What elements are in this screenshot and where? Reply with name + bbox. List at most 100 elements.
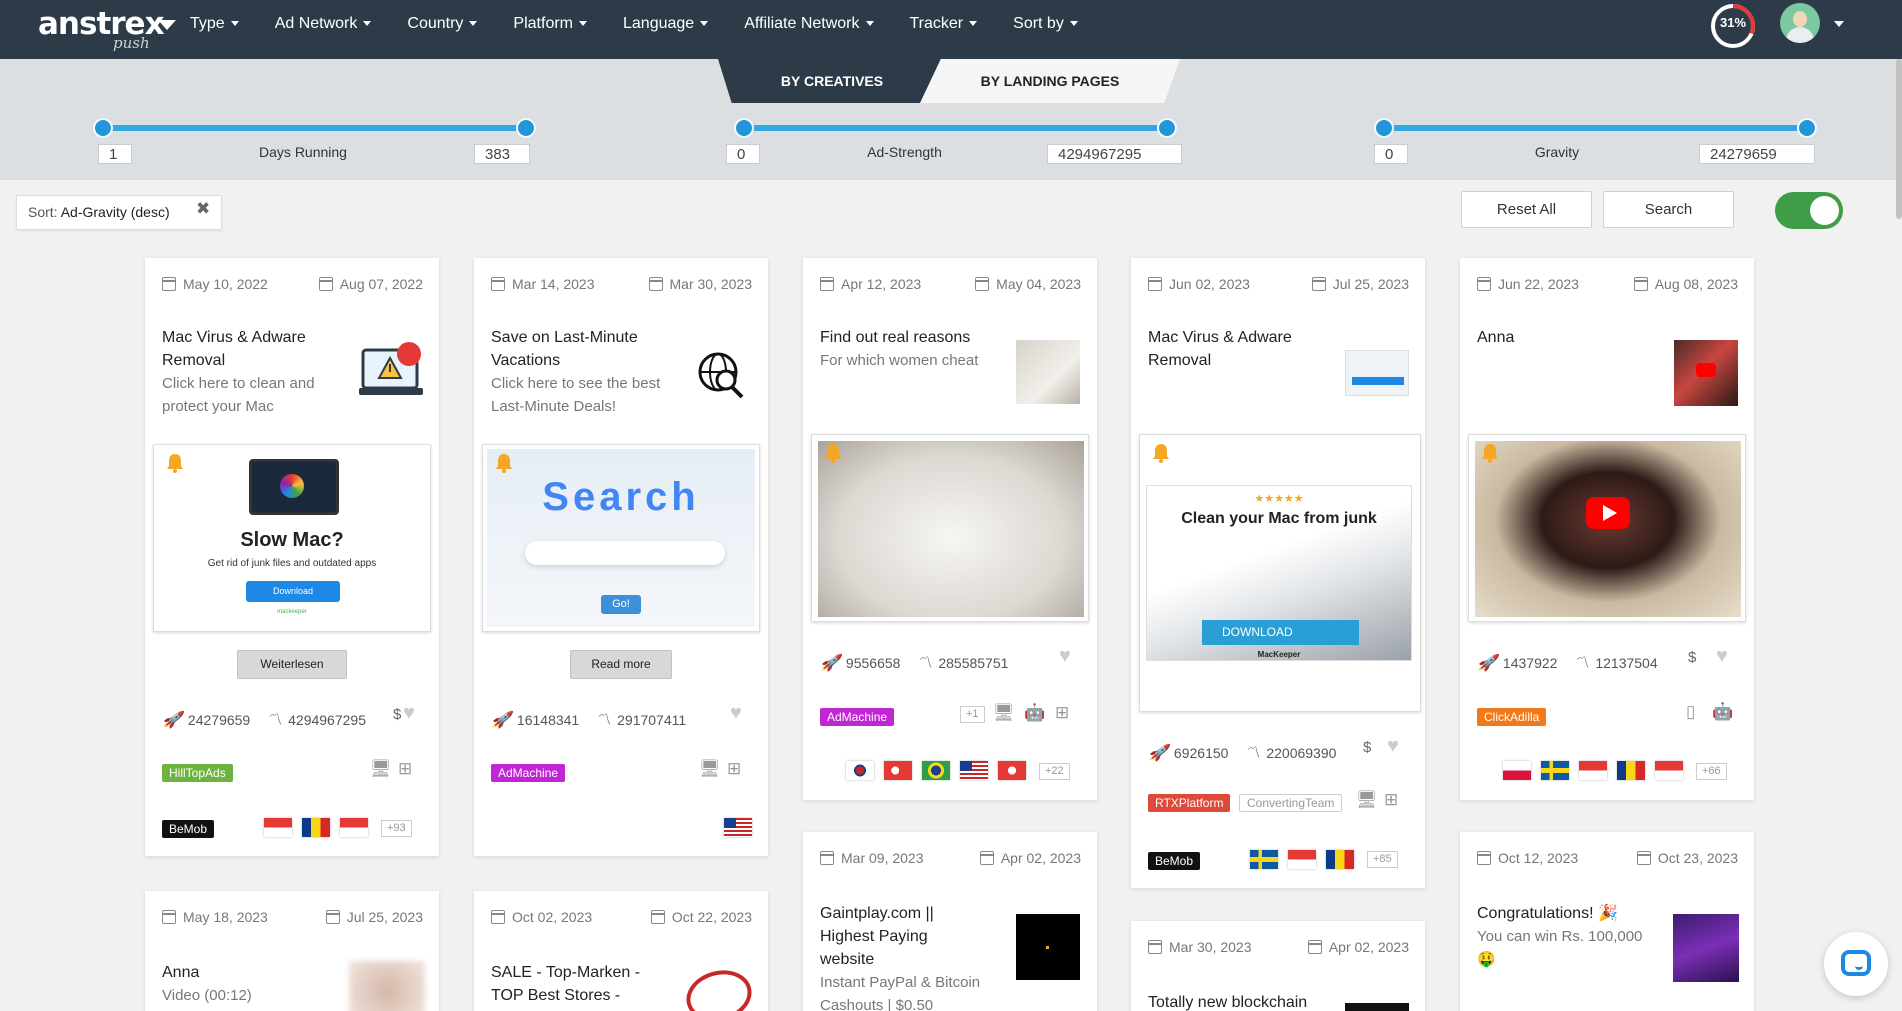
ad-title: Anna <box>1477 329 1515 346</box>
ad-card[interactable]: May 10, 2022 Aug 07, 2022 Mac Virus & Ad… <box>145 258 439 856</box>
ad-strength-slider[interactable] <box>734 118 1177 138</box>
windows-icon: ⊞ <box>1055 703 1070 722</box>
nav-affiliate-network[interactable]: Affiliate Network <box>744 15 874 33</box>
strength-max-input[interactable]: 4294967295 <box>1047 144 1182 164</box>
preview-search-word: Search <box>542 475 700 519</box>
chevron-down-icon <box>469 21 478 27</box>
trend-icon: 〽 <box>595 712 612 729</box>
ad-card[interactable]: Mar 14, 2023 Mar 30, 2023 Save on Last-M… <box>474 258 768 856</box>
calendar-icon <box>1307 940 1322 954</box>
search-button[interactable]: Search <box>1603 191 1734 228</box>
close-icon[interactable]: ✖ <box>196 199 210 219</box>
rating-stars: ★★★★★ <box>1254 493 1304 505</box>
android-icon: 🤖 <box>1712 702 1734 721</box>
read-more-button[interactable]: Weiterlesen <box>237 650 347 679</box>
affiliate-badge: ConvertingTeam <box>1239 794 1343 812</box>
preview-download-button: DOWNLOAD <box>1202 620 1359 645</box>
date-range: Apr 12, 2023 May 04, 2023 <box>803 276 1097 296</box>
ad-preview[interactable]: Slow Mac? Get rid of junk files and outd… <box>153 444 431 632</box>
youtube-play-icon <box>1586 497 1630 529</box>
strength-min-input[interactable]: 0 <box>726 144 760 164</box>
mobile-icon: ▯ <box>1686 702 1696 721</box>
more-countries-badge[interactable]: +85 <box>1367 851 1398 868</box>
chevron-down-icon <box>1069 21 1078 27</box>
android-icon: 🤖 <box>1024 703 1046 722</box>
calendar-icon <box>820 851 834 865</box>
ad-card[interactable]: May 18, 2023 Jul 25, 2023 Anna Video (00… <box>145 891 439 1011</box>
favorite-heart-icon[interactable]: ♥ <box>1716 645 1728 668</box>
view-toggle[interactable] <box>1775 192 1843 229</box>
sort-chip: Sort: Ad-Gravity (desc) <box>16 195 222 230</box>
reset-all-button[interactable]: Reset All <box>1461 191 1592 228</box>
globe-search-icon <box>696 350 746 400</box>
flag-hong-kong <box>998 761 1026 780</box>
rocket-icon: 🚀 <box>1477 655 1497 672</box>
nav-type[interactable]: Type <box>190 15 239 33</box>
user-avatar[interactable] <box>1780 3 1820 43</box>
days-min-input[interactable]: 1 <box>98 144 132 164</box>
more-platforms-badge[interactable]: +1 <box>960 706 985 723</box>
ad-preview[interactable] <box>1468 434 1746 622</box>
gravity-min-input[interactable]: 0 <box>1374 144 1408 164</box>
ad-stats: 🚀 6926150 〽 220069390 <box>1148 745 1337 762</box>
logo-caret-icon[interactable] <box>158 20 176 30</box>
preview-image <box>1475 441 1741 617</box>
slider-max-handle <box>1797 118 1817 138</box>
gravity-slider[interactable] <box>1374 118 1817 138</box>
ad-preview[interactable]: Search Go! <box>482 444 760 632</box>
flag-singapore <box>340 818 368 837</box>
ad-card[interactable]: Jun 02, 2023 Jul 25, 2023 Mac Virus & Ad… <box>1131 258 1425 888</box>
calendar-icon <box>1633 277 1648 291</box>
ad-card[interactable]: Apr 12, 2023 May 04, 2023 Find out real … <box>803 258 1097 800</box>
ad-title: Anna <box>162 964 200 981</box>
calendar-icon <box>1477 851 1491 865</box>
ad-strength-label: Ad-Strength <box>867 144 942 160</box>
read-more-button[interactable]: Read more <box>570 650 672 679</box>
date-range: Oct 12, 2023 Oct 23, 2023 <box>1460 850 1754 870</box>
chevron-down-icon <box>969 21 978 27</box>
preview-headline: Slow Mac? <box>240 529 344 551</box>
nav-sort-by[interactable]: Sort by <box>1013 15 1078 33</box>
trend-icon: 〽 <box>1573 655 1590 672</box>
nav-platform[interactable]: Platform <box>513 15 587 33</box>
favorite-heart-icon[interactable]: ♥ <box>403 702 415 725</box>
chevron-down-icon[interactable] <box>1834 21 1844 27</box>
more-countries-badge[interactable]: +22 <box>1039 763 1070 780</box>
chevron-down-icon <box>579 21 587 27</box>
ad-card[interactable]: Oct 12, 2023 Oct 23, 2023 Congratulation… <box>1460 832 1754 1011</box>
page-scrollbar[interactable] <box>1896 59 1902 219</box>
nav-ad-network[interactable]: Ad Network <box>275 15 372 33</box>
ad-card[interactable]: Oct 02, 2023 Oct 22, 2023 SALE - Top-Mar… <box>474 891 768 1011</box>
chat-widget-button[interactable] <box>1824 932 1888 996</box>
favorite-heart-icon[interactable]: ♥ <box>1387 735 1399 758</box>
profile-progress[interactable]: 31% <box>1709 2 1757 48</box>
slider-max-handle <box>516 118 536 138</box>
trend-icon: 〽 <box>266 712 283 729</box>
ad-title: Save on Last-Minute Vacations <box>491 329 638 369</box>
nav-language[interactable]: Language <box>623 15 709 33</box>
gravity-label: Gravity <box>1534 144 1580 160</box>
ad-preview[interactable] <box>811 434 1089 622</box>
tab-by-landing-pages[interactable]: BY LANDING PAGES <box>920 59 1180 103</box>
ad-card[interactable]: Jun 22, 2023 Aug 08, 2023 Anna 🚀 1437922 … <box>1460 258 1754 800</box>
nav-country[interactable]: Country <box>407 15 478 33</box>
ad-preview[interactable]: ★★★★★ Clean your Mac from junk DOWNLOAD … <box>1139 434 1421 712</box>
favorite-heart-icon[interactable]: ♥ <box>730 702 742 725</box>
dollar-icon: $ <box>1363 739 1372 756</box>
flag-sweden <box>1250 850 1278 869</box>
tab-by-creatives[interactable]: BY CREATIVES <box>718 59 946 103</box>
more-countries-badge[interactable]: +93 <box>381 820 412 837</box>
rocket-icon: 🚀 <box>491 712 511 729</box>
calendar-icon <box>1477 277 1491 291</box>
days-running-slider[interactable] <box>93 118 536 138</box>
calendar-icon <box>491 277 505 291</box>
top-navbar: anstrex push Type Ad Network Country Pla… <box>0 0 1902 59</box>
favorite-heart-icon[interactable]: ♥ <box>1059 645 1071 668</box>
gravity-max-input[interactable]: 24279659 <box>1699 144 1815 164</box>
ad-card[interactable]: Mar 30, 2023 Apr 02, 2023 Totally new bl… <box>1131 921 1425 1011</box>
nav-tracker[interactable]: Tracker <box>910 15 978 33</box>
more-countries-badge[interactable]: +66 <box>1696 763 1727 780</box>
days-max-input[interactable]: 383 <box>474 144 530 164</box>
ad-card[interactable]: Mar 09, 2023 Apr 02, 2023 Gaintplay.com … <box>803 832 1097 1011</box>
best-deal-badge-icon <box>680 963 758 1011</box>
